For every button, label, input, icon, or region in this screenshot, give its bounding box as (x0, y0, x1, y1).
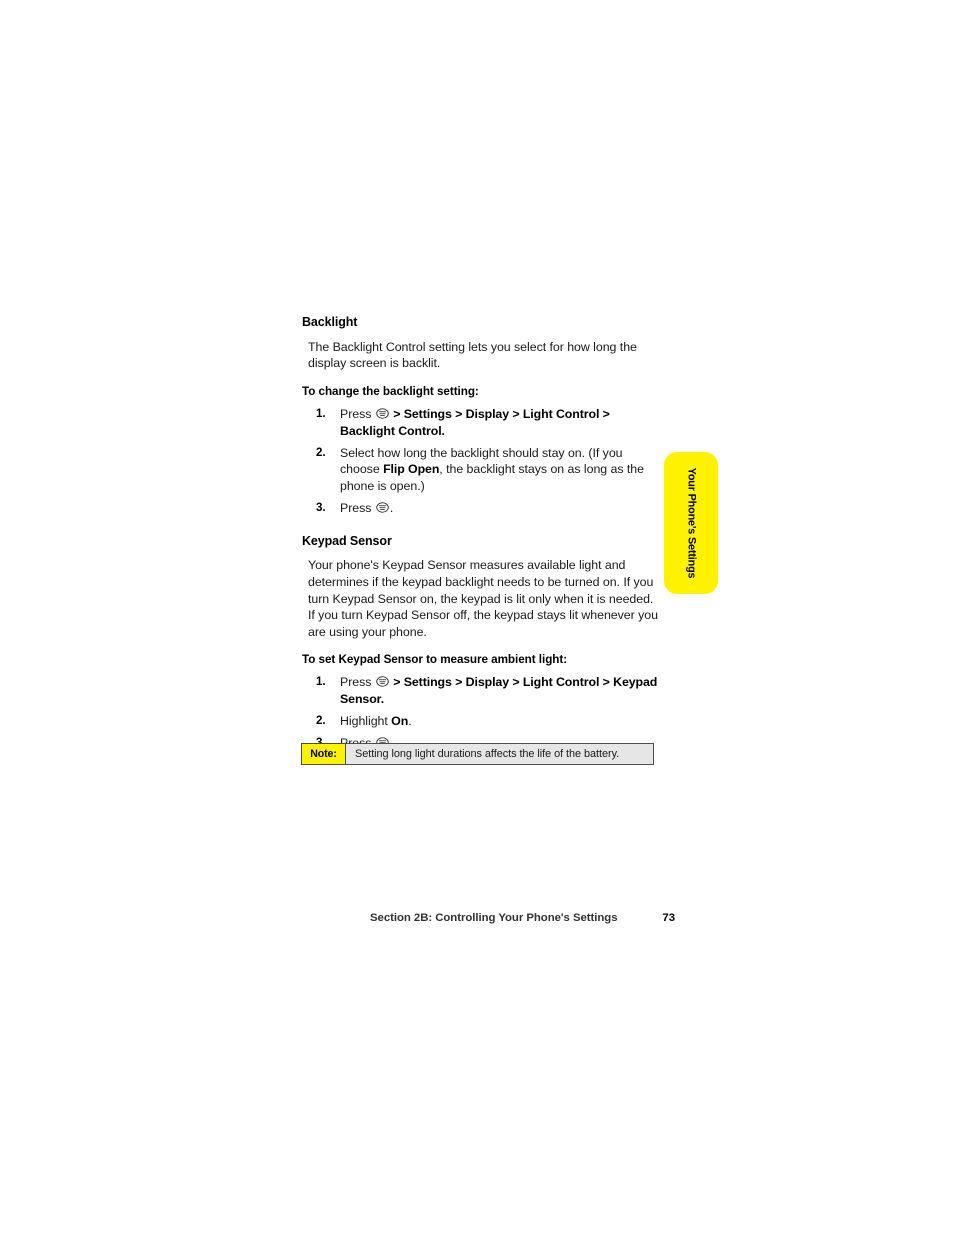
step-text-pre: Press (340, 675, 372, 690)
step-item: 3. Press . (302, 500, 658, 517)
step-number: 1. (316, 675, 326, 689)
note-label: Note: (302, 744, 346, 764)
step-item: 2. Select how long the backlight should s… (302, 445, 658, 495)
heading-backlight: Backlight (302, 315, 358, 329)
manual-page: Backlight The Backlight Control setting … (0, 0, 954, 1235)
paragraph-keypad-sensor-intro: Your phone's Keypad Sensor measures avai… (308, 558, 658, 639)
step-item: 2. Highlight On. (302, 713, 658, 730)
step-number: 1. (316, 406, 326, 420)
side-tab-label: Your Phone's Settings (685, 467, 697, 579)
footer-section-title: Section 2B: Controlling Your Phone's Set… (370, 912, 618, 924)
step-item: 1. Press > Settings > Display > Light Co… (302, 406, 658, 440)
note-text: Setting long light durations affects the… (355, 748, 620, 760)
note-callout: Note: Setting long light durations affec… (301, 743, 654, 765)
step-text-bold: Flip Open (383, 462, 440, 477)
step-text-pre: Highlight (340, 714, 388, 729)
leadin-change-backlight: To change the backlight setting: (302, 384, 479, 398)
heading-keypad-sensor: Keypad Sensor (302, 533, 392, 548)
paragraph-backlight-intro: The Backlight Control setting lets you s… (308, 339, 637, 371)
menu-key-icon (376, 676, 389, 688)
footer-page-number: 73 (662, 912, 675, 924)
step-number: 2. (316, 714, 326, 728)
steps-backlight: 1. Press > Settings > Display > Light Co… (302, 406, 658, 517)
page-footer: Section 2B: Controlling Your Phone's Set… (370, 912, 675, 924)
step-text-pre: Press (340, 406, 372, 421)
step-text-bold: On (391, 714, 409, 729)
step-text-post: . (408, 714, 412, 729)
step-text-post: . (389, 500, 394, 515)
step-item: 1. Press > Settings > Display > Light Co… (302, 674, 658, 708)
step-number: 3. (316, 500, 326, 514)
leadin-set-keypad-sensor: To set Keypad Sensor to measure ambient … (302, 653, 568, 667)
menu-key-icon (376, 408, 389, 419)
page-content: Backlight The Backlight Control setting … (302, 315, 658, 766)
step-text-pre: Press (340, 500, 372, 515)
menu-key-icon (376, 502, 389, 513)
step-number: 2. (316, 445, 326, 459)
side-tab-your-phones-settings: Your Phone's Settings (664, 452, 718, 594)
steps-keypad-sensor: 1. Press > Settings > Display > Light Co… (302, 674, 658, 751)
